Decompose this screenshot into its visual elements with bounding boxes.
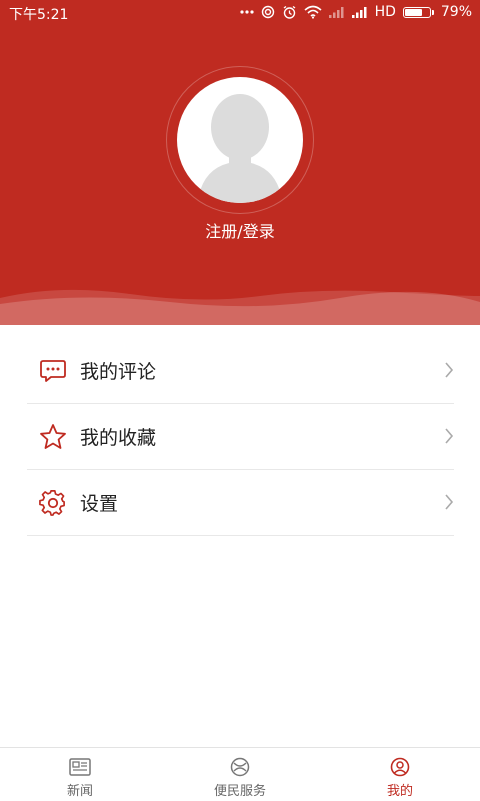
chevron-right-icon: [444, 427, 454, 449]
wifi-icon: [304, 5, 322, 19]
register-login-link[interactable]: 注册/登录: [0, 218, 480, 242]
tab-label: 便民服务: [213, 784, 266, 799]
tab-mine[interactable]: 我的: [320, 748, 480, 801]
menu-item-label: 我的评论: [80, 361, 157, 383]
profile-menu: 我的评论 我的收藏 设置: [27, 338, 454, 536]
tab-news[interactable]: 新闻: [0, 748, 160, 801]
hotspot-icon: [261, 5, 275, 19]
status-bar: 下午5:21 HD 79%: [0, 0, 480, 26]
battery-fill: [404, 8, 423, 16]
menu-item-settings[interactable]: 设置: [27, 470, 454, 536]
signal-weak-icon: [328, 6, 345, 18]
chevron-right-icon: [444, 493, 454, 515]
tab-label: 新闻: [66, 784, 93, 799]
profile-header: 下午5:21 HD 79% 注册/登录: [0, 0, 480, 325]
battery-icon: [402, 6, 434, 18]
menu-item-comments[interactable]: 我的评论: [27, 338, 454, 404]
bottom-tab-bar: 新闻 便民服务 我的: [0, 747, 480, 800]
menu-item-favorites[interactable]: 我的收藏: [27, 404, 454, 470]
comment-icon: [39, 357, 67, 385]
tab-label: 我的: [386, 784, 413, 799]
menu-item-label: 设置: [80, 493, 119, 515]
default-user-icon: [199, 94, 281, 203]
news-icon: [69, 757, 91, 777]
alarm-icon: [282, 5, 297, 20]
avatar[interactable]: [177, 77, 303, 203]
menu-item-label: 我的收藏: [80, 427, 157, 449]
header-wave: [0, 289, 480, 325]
network-type: HD: [374, 4, 396, 20]
status-time: 下午5:21: [9, 7, 69, 23]
star-icon: [39, 423, 67, 451]
user-icon: [390, 757, 410, 777]
status-icons: HD 79%: [239, 4, 472, 20]
battery-percent: 79%: [440, 4, 472, 20]
service-icon: [230, 757, 250, 777]
chevron-right-icon: [444, 361, 454, 383]
signal-icon: [351, 6, 368, 18]
tab-services[interactable]: 便民服务: [160, 748, 320, 801]
more-dots-icon: [239, 10, 254, 14]
gear-icon: [39, 489, 67, 517]
